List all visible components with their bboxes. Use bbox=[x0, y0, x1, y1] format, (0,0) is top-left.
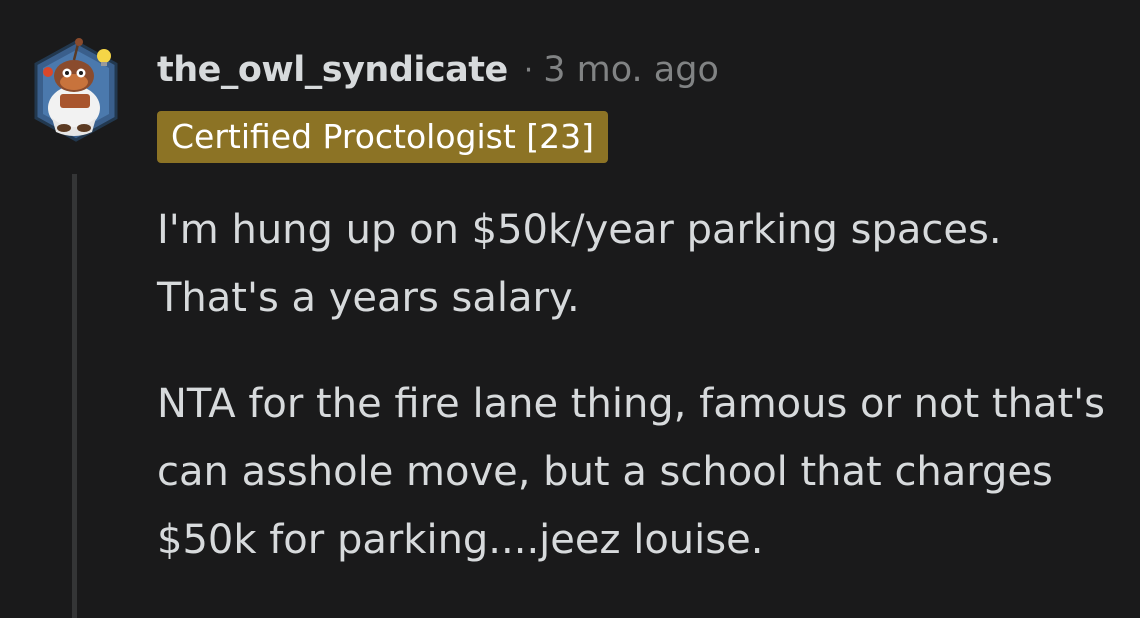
comment-paragraph: I'm hung up on $50k/year parking spaces.… bbox=[157, 207, 1002, 321]
username-link[interactable]: the_owl_syndicate bbox=[157, 50, 508, 90]
avatar[interactable] bbox=[30, 36, 122, 148]
meta-separator: · bbox=[523, 52, 534, 88]
comment-body: I'm hung up on $50k/year parking spaces.… bbox=[157, 196, 1117, 612]
comment-header: the_owl_syndicate · 3 mo. ago bbox=[157, 46, 719, 94]
comment-timestamp[interactable]: 3 mo. ago bbox=[543, 50, 719, 90]
comment-paragraph: NTA for the fire lane thing, famous or n… bbox=[157, 381, 1105, 563]
thread-collapse-line[interactable] bbox=[72, 174, 77, 618]
user-flair-badge: Certified Proctologist [23] bbox=[157, 111, 609, 163]
owl-snoo-avatar-icon bbox=[34, 38, 118, 142]
